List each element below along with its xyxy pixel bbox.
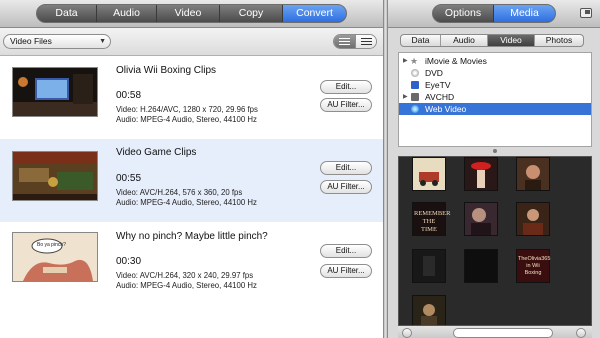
clip-thumbnail: Bo ya pinch? — [12, 232, 98, 282]
tab-data[interactable]: Data — [37, 5, 97, 22]
edit-button[interactable]: Edit... — [320, 244, 372, 258]
clip-thumbnail — [12, 151, 98, 201]
video-thumbnail[interactable]: TheOlivia365 in Wii Boxing — [516, 249, 550, 283]
au-filter-button[interactable]: AU Filter... — [320, 180, 372, 194]
source-item-dvd[interactable]: DVD — [399, 67, 591, 79]
video-thumbnail[interactable] — [412, 157, 446, 191]
media-type-tabs: Data Audio Video Photos — [400, 34, 584, 47]
clip-title: Olivia Wii Boxing Clips — [116, 65, 217, 76]
clip-title: Why no pinch? Maybe little pinch? — [116, 231, 268, 242]
media-source-list: ▶ ★ iMovie & Movies DVD EyeTV ▶ AVCHD We… — [398, 52, 592, 147]
grid-bottom-bar — [398, 326, 592, 338]
file-type-dropdown[interactable]: Video Files ▼ — [3, 34, 111, 49]
video-thumbnail[interactable] — [516, 157, 550, 191]
source-label: iMovie & Movies — [425, 56, 487, 66]
media-tab-audio[interactable]: Audio — [441, 35, 488, 46]
camcorder-icon — [411, 93, 419, 101]
clip-audio-info: Audio: MPEG-4 Audio, Stereo, 44100 Hz — [116, 281, 257, 290]
edit-button[interactable]: Edit... — [320, 80, 372, 94]
detail-view-button[interactable] — [334, 35, 355, 48]
media-browser-panel: Options Media Data Audio Video Photos ▶ … — [388, 0, 600, 338]
clip-thumbnail — [12, 67, 98, 117]
star-icon: ★ — [410, 56, 419, 66]
video-thumbnail[interactable] — [412, 249, 446, 283]
clip-duration: 00:55 — [116, 173, 142, 184]
video-thumbnail-grid: REMEMBER THE TIME TheOlivia365 in Wii Bo… — [398, 156, 592, 326]
source-item-imovie[interactable]: ▶ ★ iMovie & Movies — [399, 55, 591, 67]
clip-row[interactable]: Bo ya pinch? Why no pinch? Maybe little … — [0, 222, 383, 305]
play-preview-button[interactable] — [402, 328, 412, 338]
source-label: EyeTV — [425, 80, 451, 90]
clip-audio-info: Audio: MPEG-4 Audio, Stereo, 44100 Hz — [116, 115, 257, 124]
edit-button[interactable]: Edit... — [320, 161, 372, 175]
inspector-tab-bar: Options Media — [432, 4, 556, 23]
clip-list-panel: Data Audio Video Copy Convert Video File… — [0, 0, 383, 338]
clip-video-info: Video: AVC/H.264, 320 x 240, 29.97 fps — [116, 271, 254, 280]
view-mode-toggle — [333, 34, 377, 49]
window-resize-icon[interactable] — [580, 8, 592, 18]
filter-bar: Video Files ▼ — [0, 28, 383, 56]
video-thumbnail[interactable] — [464, 202, 498, 236]
list-view-button[interactable] — [355, 35, 376, 48]
list-detail-icon — [339, 38, 350, 45]
tab-audio[interactable]: Audio — [97, 5, 157, 22]
clip-video-info: Video: AVC/H.264, 576 x 360, 20 fps — [116, 188, 243, 197]
source-item-web-video[interactable]: Web Video — [399, 103, 591, 115]
tab-copy[interactable]: Copy — [220, 5, 283, 22]
clip-row[interactable]: Video Game Clips 00:55 Video: AVC/H.264,… — [0, 139, 383, 222]
tab-options[interactable]: Options — [433, 5, 495, 22]
tab-convert[interactable]: Convert — [283, 5, 346, 22]
splitter-handle-icon — [493, 149, 497, 153]
left-toolbar: Data Audio Video Copy Convert — [0, 0, 383, 28]
thumbnail-title-text: TheOlivia365 in Wii Boxing — [518, 256, 551, 276]
clip-row[interactable]: Olivia Wii Boxing Clips 00:58 Video: H.2… — [0, 56, 383, 139]
video-thumbnail[interactable] — [464, 157, 498, 191]
video-thumbnail[interactable] — [412, 295, 446, 325]
thumbnail-speech-text: Bo ya pinch? — [37, 242, 66, 248]
tv-icon — [411, 81, 419, 89]
tab-video[interactable]: Video — [157, 5, 220, 22]
source-label: DVD — [425, 68, 443, 78]
disc-icon — [411, 69, 419, 77]
source-label: Web Video — [425, 104, 467, 114]
clip-title: Video Game Clips — [116, 147, 197, 158]
source-grid-splitter[interactable] — [398, 147, 592, 155]
video-thumbnail[interactable] — [464, 249, 498, 283]
clip-audio-info: Audio: MPEG-4 Audio, Stereo, 44100 Hz — [116, 198, 257, 207]
disclosure-triangle-icon[interactable]: ▶ — [403, 55, 408, 67]
right-toolbar: Options Media — [388, 0, 600, 28]
tab-media[interactable]: Media — [494, 5, 555, 22]
media-tab-data[interactable]: Data — [401, 35, 441, 46]
clip-video-info: Video: H.264/AVC, 1280 x 720, 29.96 fps — [116, 105, 258, 114]
video-thumbnail[interactable] — [516, 202, 550, 236]
clip-duration: 00:30 — [116, 256, 142, 267]
mode-tab-bar: Data Audio Video Copy Convert — [36, 4, 347, 23]
file-type-dropdown-value: Video Files — [10, 36, 52, 46]
list-icon — [360, 38, 372, 45]
thumbnail-title-text: REMEMBER THE TIME — [414, 210, 451, 233]
zoom-button[interactable] — [576, 328, 586, 338]
source-item-eyetv[interactable]: EyeTV — [399, 79, 591, 91]
video-thumbnail[interactable]: REMEMBER THE TIME — [412, 202, 451, 236]
media-search-input[interactable] — [453, 328, 553, 338]
clip-duration: 00:58 — [116, 90, 142, 101]
chevron-down-icon: ▼ — [99, 38, 106, 45]
source-item-avchd[interactable]: ▶ AVCHD — [399, 91, 591, 103]
globe-icon — [411, 105, 419, 113]
au-filter-button[interactable]: AU Filter... — [320, 98, 372, 112]
disclosure-triangle-icon[interactable]: ▶ — [403, 91, 408, 103]
media-tab-video[interactable]: Video — [488, 35, 535, 46]
au-filter-button[interactable]: AU Filter... — [320, 264, 372, 278]
media-tab-photos[interactable]: Photos — [535, 35, 583, 46]
source-label: AVCHD — [425, 92, 455, 102]
